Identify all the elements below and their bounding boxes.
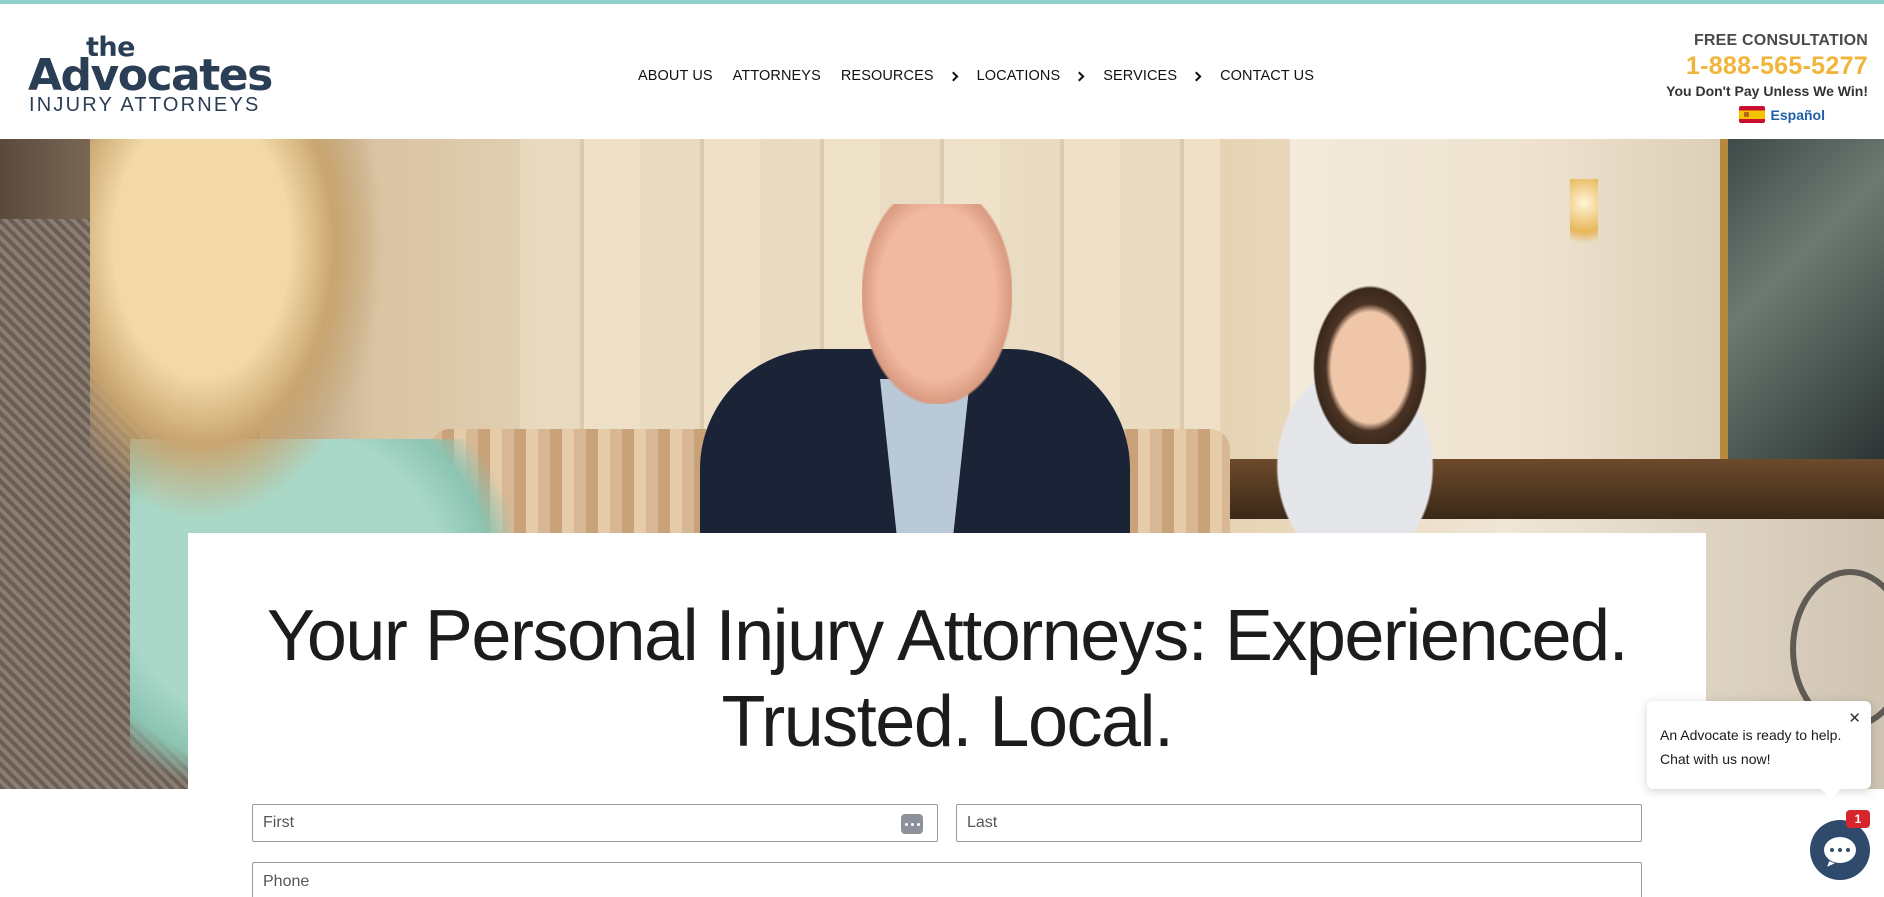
phone-number-link[interactable]: 1-888-565-5277	[1648, 52, 1868, 81]
chevron-right-icon[interactable]	[1074, 71, 1085, 81]
nav-item-label: ABOUT US	[638, 68, 713, 84]
hero-bg-painting	[1720, 139, 1884, 459]
free-consultation-label: FREE CONSULTATION	[1693, 32, 1868, 49]
nav-item-label: LOCATIONS	[976, 68, 1061, 84]
nav-item-label: SERVICES	[1103, 68, 1178, 84]
last-name-field[interactable]: Last	[956, 804, 1642, 842]
chat-popup-line1: An Advocate is ready to help.	[1660, 727, 1842, 743]
spain-flag-icon	[1738, 106, 1765, 123]
language-switch-link[interactable]: Español	[1648, 106, 1868, 123]
hero-person-left-hair	[90, 139, 410, 559]
hero-card: Your Personal Injury Attorneys: Experien…	[188, 533, 1706, 897]
nav-item-about-us[interactable]: ABOUT US	[638, 68, 713, 84]
first-name-placeholder: First	[263, 814, 295, 831]
nav-item-resources[interactable]: RESOURCES	[840, 68, 959, 84]
chat-popup[interactable]: ✕ An Advocate is ready to help. Chat wit…	[1647, 701, 1871, 799]
hero-person-right-head	[1305, 274, 1435, 444]
hero-bg-wall-lamp	[1570, 179, 1598, 259]
phone-placeholder: Phone	[263, 873, 310, 890]
hero-headline-line1: Your Personal Injury Attorneys: Experien…	[266, 596, 1629, 676]
hero-person-center-head	[862, 204, 1012, 404]
header-cta: FREE CONSULTATION 1-888-565-5277 You Don…	[1648, 32, 1868, 123]
nav-item-attorneys[interactable]: ATTORNEYS	[733, 68, 821, 84]
nav-item-contact-us[interactable]: CONTACT US	[1220, 68, 1314, 84]
language-label: Español	[1770, 106, 1825, 123]
chat-popup-line2: Chat with us now!	[1660, 751, 1771, 767]
last-name-placeholder: Last	[967, 814, 998, 831]
chevron-right-icon[interactable]	[948, 71, 959, 81]
hero-headline-line2: Trusted. Local.	[721, 682, 1174, 762]
hero-headline: Your Personal Injury Attorneys: Experien…	[188, 593, 1706, 765]
close-icon[interactable]: ✕	[1848, 707, 1861, 731]
cta-tagline: You Don't Pay Unless We Win!	[1666, 83, 1868, 99]
first-name-field[interactable]: First	[252, 804, 938, 842]
nav-item-services[interactable]: SERVICES	[1103, 68, 1202, 84]
autofill-dots-icon[interactable]	[901, 814, 923, 834]
phone-field[interactable]: Phone	[252, 862, 1642, 897]
nav-item-label: RESOURCES	[840, 68, 934, 84]
nav-item-label: ATTORNEYS	[732, 68, 821, 84]
chat-bubble-icon	[1824, 837, 1856, 863]
chat-unread-badge: 1	[1846, 810, 1870, 828]
site-header: the Advocates INJURY ATTORNEYS ABOUT US …	[0, 4, 1884, 139]
main-nav: ABOUT US ATTORNEYS RESOURCES LOCATIONS S…	[638, 66, 1334, 86]
chat-launcher-button[interactable]	[1810, 820, 1870, 880]
nav-item-locations[interactable]: LOCATIONS	[976, 68, 1085, 84]
chevron-right-icon[interactable]	[1191, 71, 1202, 81]
nav-item-label: CONTACT US	[1220, 68, 1315, 84]
logo-sub-text: INJURY ATTORNEYS	[29, 94, 261, 116]
site-logo[interactable]: the Advocates INJURY ATTORNEYS	[28, 32, 273, 118]
